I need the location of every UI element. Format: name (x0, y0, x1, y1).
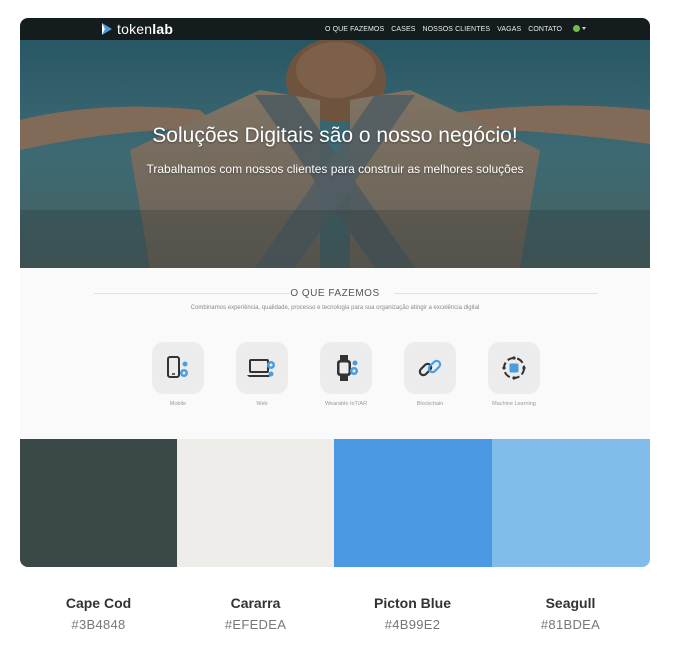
service-icon-box (488, 342, 540, 394)
chain-link-icon (418, 359, 442, 377)
color-name-cape-cod: Cape Cod (65, 595, 132, 611)
service-icon-box (236, 342, 288, 394)
color-name-seagull: Seagull (545, 595, 596, 611)
service-item-mobile[interactable]: Mobile (138, 342, 218, 407)
smartwatch-gear-icon (337, 355, 358, 381)
service-icon-box (320, 342, 372, 394)
color-hex-picton-blue: #4B99E2 (384, 617, 441, 632)
mobile-gear-icon (167, 356, 188, 378)
services-title: O QUE FAZEMOS (290, 288, 380, 299)
laptop-gear-icon (247, 359, 275, 377)
nav-item-vagas[interactable]: VAGAS (497, 26, 521, 33)
nav-item-nossos-clientes[interactable]: NOSSOS CLIENTES (422, 26, 490, 33)
logo-mark-icon (102, 23, 112, 35)
service-label: Wearable IoT/AR (324, 401, 368, 407)
service-item-wearable[interactable]: Wearable IoT/AR (306, 342, 386, 407)
hero-subtitle: Trabalhamos com nossos clientes para con… (146, 162, 524, 176)
machine-learning-icon (502, 356, 526, 380)
service-label: Machine Learning (492, 401, 536, 407)
site-menu: O QUE FAZEMOS CASES NOSSOS CLIENTES VAGA… (325, 18, 562, 40)
hero-background-image (20, 40, 650, 268)
nav-item-cases[interactable]: CASES (391, 26, 415, 33)
flag-icon (573, 25, 580, 32)
color-name-picton-blue: Picton Blue (373, 595, 451, 611)
logo-text-prefix: token (117, 21, 153, 37)
color-hex-cararra: #EFEDEA (224, 617, 287, 632)
service-icon-box (404, 342, 456, 394)
tokenlab-logo[interactable]: tokenlab (100, 20, 173, 38)
swatch-cape-cod[interactable] (20, 439, 177, 567)
services-description: Combinamos experiência, qualidade, proce… (190, 305, 480, 311)
service-item-machine-learning[interactable]: Machine Learning (474, 342, 554, 407)
logo-text: tokenlab (117, 21, 173, 37)
service-label: Web (256, 401, 268, 407)
site-navbar: tokenlab O QUE FAZEMOS CASES NOSSOS CLIE… (20, 18, 650, 40)
website-preview-card: tokenlab O QUE FAZEMOS CASES NOSSOS CLIE… (20, 18, 650, 567)
color-hex-cape-cod: #3B4848 (71, 617, 126, 632)
nav-item-contato[interactable]: CONTATO (528, 26, 562, 33)
service-icon-box (152, 342, 204, 394)
service-item-blockchain[interactable]: Blockchain (390, 342, 470, 407)
swatch-cararra[interactable] (177, 439, 334, 567)
service-label: Blockchain (416, 401, 444, 407)
color-name-cararra: Cararra (230, 595, 281, 611)
services-section: O QUE FAZEMOS Combinamos experiência, qu… (20, 268, 650, 439)
caret-down-icon (582, 27, 586, 30)
swatch-picton-blue[interactable] (334, 439, 492, 567)
nav-item-o-que-fazemos[interactable]: O QUE FAZEMOS (325, 26, 384, 33)
service-item-web[interactable]: Web (222, 342, 302, 407)
language-selector[interactable] (573, 25, 586, 32)
color-hex-seagull: #81BDEA (540, 617, 601, 632)
logo-text-suffix: lab (152, 21, 174, 37)
swatch-seagull[interactable] (492, 439, 650, 567)
hero-banner: Soluções Digitais são o nosso negócio! T… (20, 40, 650, 268)
hero-title: Soluções Digitais são o nosso negócio! (152, 124, 518, 147)
service-label: Mobile (169, 401, 187, 407)
